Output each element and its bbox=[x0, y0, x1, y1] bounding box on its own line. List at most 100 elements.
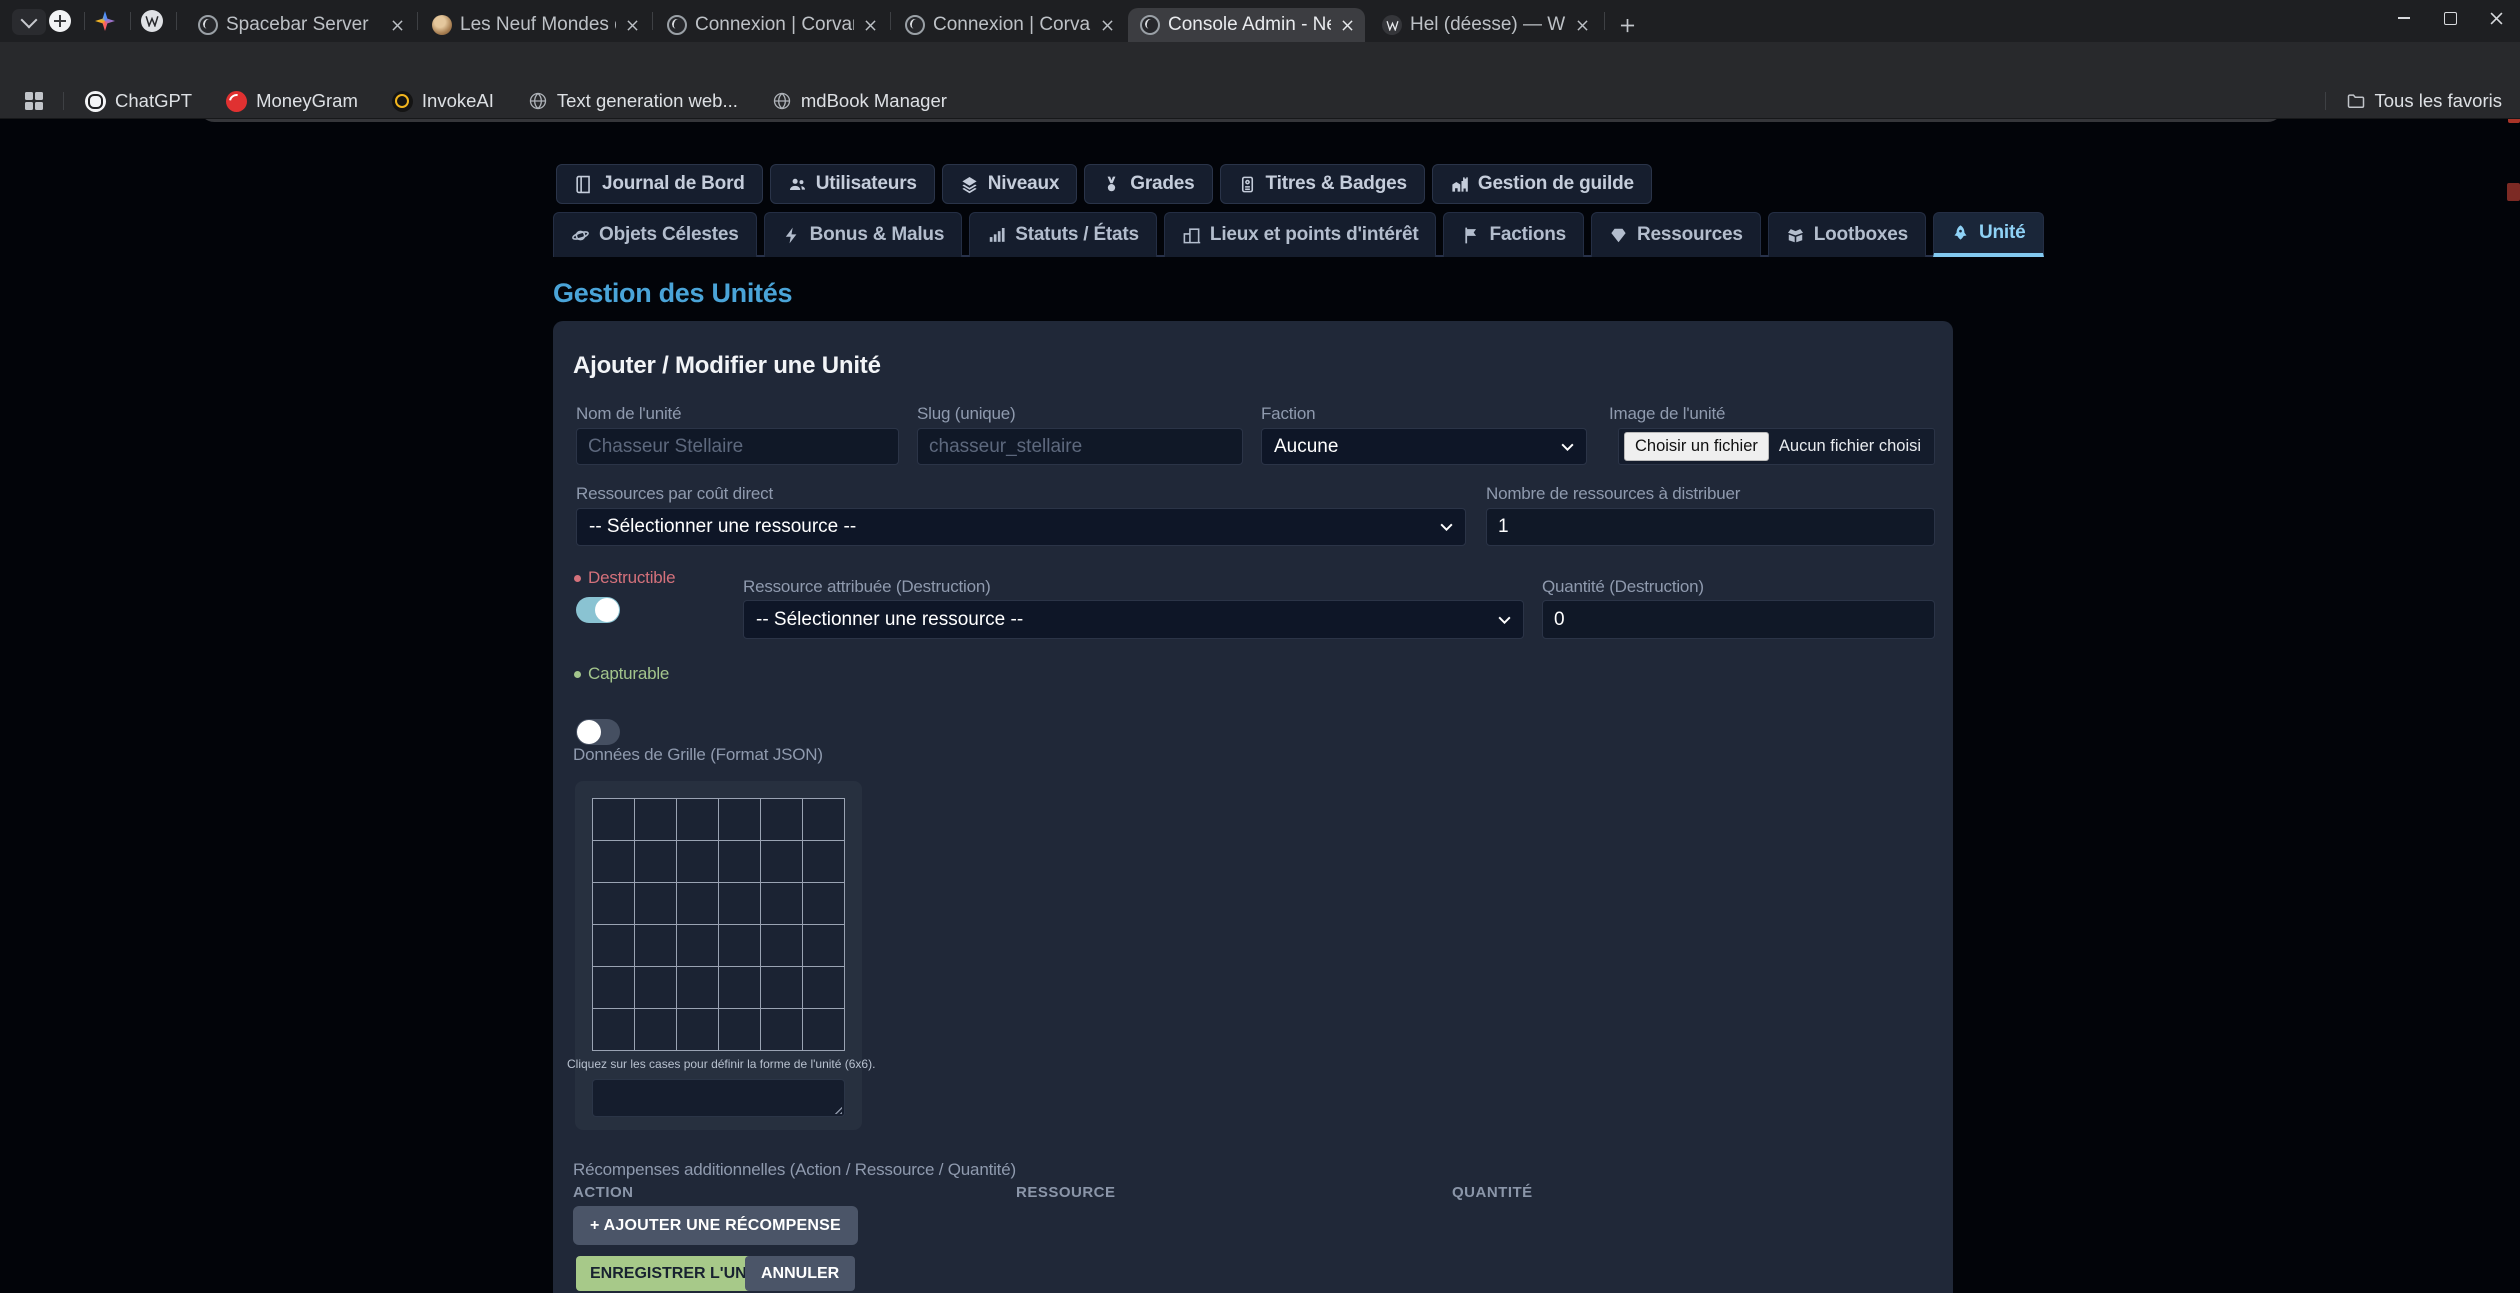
tab-factions[interactable]: Factions bbox=[1443, 212, 1584, 257]
tab-close-icon[interactable] bbox=[1337, 15, 1357, 35]
grid-cell[interactable] bbox=[719, 967, 761, 1009]
separator bbox=[63, 92, 64, 110]
pinned-tab-gemini[interactable] bbox=[92, 8, 118, 34]
destructible-toggle[interactable] bbox=[576, 597, 620, 623]
grid-cell[interactable] bbox=[635, 799, 677, 841]
add-reward-button[interactable]: + AJOUTER UNE RÉCOMPENSE bbox=[573, 1206, 858, 1245]
grid-cell[interactable] bbox=[803, 799, 845, 841]
new-tab-button[interactable] bbox=[1612, 10, 1642, 40]
nav-label: Utilisateurs bbox=[816, 173, 917, 195]
tab-close-icon[interactable] bbox=[1097, 15, 1117, 35]
browser-tab[interactable]: Spacebar Server bbox=[186, 8, 415, 42]
destruction-qty-input[interactable] bbox=[1542, 600, 1935, 639]
cost-resource-value: -- Sélectionner une ressource -- bbox=[589, 516, 856, 538]
grid-cell[interactable] bbox=[761, 967, 803, 1009]
browser-tab[interactable]: Connexion | Corvara bbox=[893, 8, 1125, 42]
cancel-button[interactable]: ANNULER bbox=[745, 1256, 855, 1291]
destruction-resource-select[interactable]: -- Sélectionner une ressource -- bbox=[743, 600, 1524, 639]
cost-resource-select[interactable]: -- Sélectionner une ressource -- bbox=[576, 508, 1466, 546]
window-close-button[interactable] bbox=[2473, 0, 2519, 36]
grid-cell[interactable] bbox=[677, 1009, 719, 1051]
grid-cell[interactable] bbox=[635, 1009, 677, 1051]
grid-cell[interactable] bbox=[677, 883, 719, 925]
pinned-tab-wordpress[interactable] bbox=[139, 8, 165, 34]
browser-tab-active[interactable]: Console Admin - Nexus bbox=[1128, 8, 1365, 42]
grid-cell[interactable] bbox=[593, 883, 635, 925]
nav-gestion-guilde[interactable]: Gestion de guilde bbox=[1432, 164, 1652, 204]
globe-icon bbox=[528, 91, 548, 111]
grid-cell[interactable] bbox=[719, 1009, 761, 1051]
grid-cell[interactable] bbox=[761, 925, 803, 967]
tab-statuts-etats[interactable]: Statuts / États bbox=[969, 212, 1157, 257]
grid-cell[interactable] bbox=[719, 883, 761, 925]
browser-tab[interactable]: Les Neuf Mondes de la Mythol bbox=[420, 8, 650, 42]
grid-cell[interactable] bbox=[677, 799, 719, 841]
image-file-input[interactable]: Choisir un fichier Aucun fichier choisi bbox=[1618, 428, 1935, 465]
grid-cell[interactable] bbox=[677, 925, 719, 967]
grid-cell[interactable] bbox=[803, 841, 845, 883]
capturable-toggle[interactable] bbox=[576, 719, 620, 745]
browser-tab[interactable]: Connexion | Corvara bbox=[655, 8, 888, 42]
tab-search-button[interactable] bbox=[12, 9, 46, 35]
grid-cell[interactable] bbox=[761, 1009, 803, 1051]
grid-cell[interactable] bbox=[635, 967, 677, 1009]
distribute-count-input[interactable] bbox=[1486, 508, 1935, 546]
window-minimize-button[interactable] bbox=[2381, 0, 2427, 36]
grid-cell[interactable] bbox=[677, 967, 719, 1009]
browser-tab[interactable]: Hel (déesse) — Wikipédia bbox=[1370, 8, 1600, 42]
slug-input[interactable] bbox=[917, 428, 1243, 465]
nav-journal-de-bord[interactable]: Journal de Bord bbox=[556, 164, 763, 204]
tab-close-icon[interactable] bbox=[387, 15, 407, 35]
bookmark-mdbook[interactable]: mdBook Manager bbox=[772, 90, 947, 112]
window-maximize-button[interactable] bbox=[2427, 0, 2473, 36]
bookmark-moneygram[interactable]: MoneyGram bbox=[226, 90, 358, 112]
nav-grades[interactable]: Grades bbox=[1084, 164, 1212, 204]
grid-cell[interactable] bbox=[719, 799, 761, 841]
grid-cell[interactable] bbox=[761, 841, 803, 883]
grid-cell[interactable] bbox=[761, 883, 803, 925]
grid-cell[interactable] bbox=[803, 925, 845, 967]
bookmark-label: mdBook Manager bbox=[801, 90, 947, 112]
grid-cell[interactable] bbox=[635, 841, 677, 883]
name-input[interactable] bbox=[576, 428, 899, 465]
grid-cell[interactable] bbox=[593, 841, 635, 883]
pinned-tab-ornament[interactable] bbox=[47, 8, 73, 34]
tab-lootboxes[interactable]: Lootboxes bbox=[1768, 212, 1926, 257]
tab-close-icon[interactable] bbox=[860, 15, 880, 35]
all-bookmarks-button[interactable]: Tous les favoris bbox=[2346, 90, 2503, 112]
tab-bonus-malus[interactable]: Bonus & Malus bbox=[764, 212, 963, 257]
grid-cell[interactable] bbox=[635, 883, 677, 925]
bookmark-text-generation[interactable]: Text generation web... bbox=[528, 90, 738, 112]
grid-cell[interactable] bbox=[719, 925, 761, 967]
grid-cell[interactable] bbox=[593, 799, 635, 841]
nav-niveaux[interactable]: Niveaux bbox=[942, 164, 1077, 204]
grid-cell[interactable] bbox=[803, 967, 845, 1009]
grid-json-textarea[interactable] bbox=[592, 1079, 845, 1117]
grid-cell[interactable] bbox=[803, 883, 845, 925]
grid-cell[interactable] bbox=[677, 841, 719, 883]
form-title: Ajouter / Modifier une Unité bbox=[573, 352, 881, 380]
apps-grid-icon[interactable] bbox=[25, 92, 43, 110]
tab-objets-celestes[interactable]: Objets Célestes bbox=[553, 212, 757, 257]
choose-file-button[interactable]: Choisir un fichier bbox=[1624, 432, 1769, 461]
grid-cell[interactable] bbox=[761, 799, 803, 841]
tab-close-icon[interactable] bbox=[622, 15, 642, 35]
grid-cell[interactable] bbox=[593, 925, 635, 967]
bookmark-label: Tous les favoris bbox=[2375, 90, 2503, 112]
grid-cell[interactable] bbox=[593, 967, 635, 1009]
grid-cell[interactable] bbox=[803, 1009, 845, 1051]
bookmark-chatgpt[interactable]: ChatGPT bbox=[85, 90, 192, 112]
grid-cell[interactable] bbox=[719, 841, 761, 883]
faction-select[interactable]: Aucune bbox=[1261, 428, 1587, 465]
plus-icon bbox=[1620, 18, 1635, 33]
grid-cell[interactable] bbox=[593, 1009, 635, 1051]
tab-lieux-points-interet[interactable]: Lieux et points d'intérêt bbox=[1164, 212, 1437, 257]
capturable-label: Capturable bbox=[574, 664, 669, 684]
tab-unite-active[interactable]: Unité bbox=[1933, 212, 2044, 257]
tab-ressources[interactable]: Ressources bbox=[1591, 212, 1761, 257]
tab-close-icon[interactable] bbox=[1572, 15, 1592, 35]
bookmark-invokeai[interactable]: InvokeAI bbox=[392, 90, 494, 112]
grid-cell[interactable] bbox=[635, 925, 677, 967]
nav-titres-badges[interactable]: Titres & Badges bbox=[1220, 164, 1425, 204]
nav-utilisateurs[interactable]: Utilisateurs bbox=[770, 164, 935, 204]
